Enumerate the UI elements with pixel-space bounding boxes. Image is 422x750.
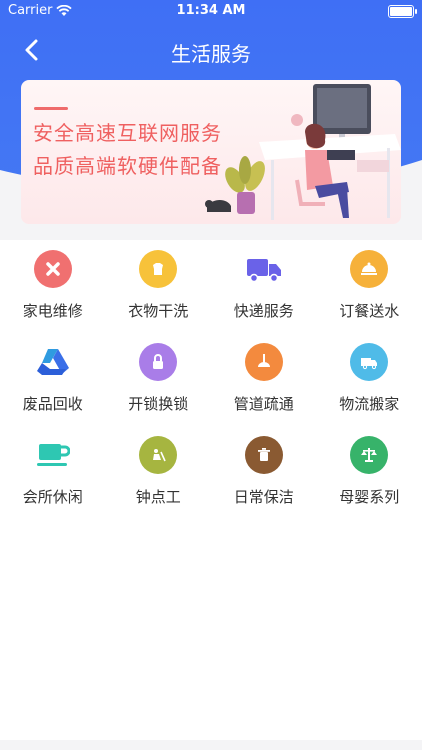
service-item-label: 日常保洁 (233, 488, 294, 506)
bottom-bar (0, 740, 422, 750)
service-grid: 家电维修 衣物干洗 快递服务 订餐送水废品回收 开锁换锁 管道疏通 物流搬家会所休闲 钟点工 日… (0, 250, 422, 512)
service-item[interactable]: 会所休闲 (0, 436, 106, 512)
banner-illustration (205, 84, 401, 220)
service-item[interactable]: 管道疏通 (211, 343, 317, 419)
service-item-label: 衣物干洗 (128, 302, 189, 320)
service-item-label: 开锁换锁 (128, 395, 189, 413)
service-item-label: 母婴系列 (339, 488, 400, 506)
delivery-truck-icon (245, 250, 283, 288)
plunger-icon (244, 343, 283, 381)
navigation-bar: 生活服务 (0, 28, 422, 72)
banner-accent-line (34, 107, 68, 110)
page-title: 生活服务 (171, 42, 251, 66)
service-item-label: 管道疏通 (233, 395, 294, 413)
service-item-label: 会所休闲 (22, 488, 83, 506)
shirt-icon (139, 250, 178, 288)
service-item[interactable]: 废品回收 (0, 343, 106, 419)
tools-icon (33, 250, 72, 288)
service-item[interactable]: 开锁换锁 (106, 343, 212, 419)
service-item[interactable]: 钟点工 (106, 436, 212, 512)
service-item[interactable]: 衣物干洗 (106, 250, 212, 326)
service-item-label: 物流搬家 (339, 395, 400, 413)
service-item-label: 家电维修 (22, 302, 83, 320)
service-item[interactable]: 物流搬家 (317, 343, 422, 419)
service-item[interactable]: 订餐送水 (317, 250, 422, 326)
lock-icon (139, 343, 178, 381)
coffee-cup-icon (34, 436, 72, 474)
battery-icon (388, 5, 417, 18)
service-item-label: 废品回收 (22, 395, 83, 413)
service-item-label: 快递服务 (233, 302, 294, 320)
promo-banner[interactable]: 安全高速互联网服务 品质高端软硬件配备 (21, 80, 401, 224)
service-item[interactable]: 母婴系列 (317, 436, 422, 512)
trash-icon (244, 436, 283, 474)
service-item-label: 订餐送水 (339, 302, 400, 320)
service-item[interactable]: 家电维修 (0, 250, 106, 326)
service-item-label: 钟点工 (135, 488, 181, 506)
recycle-triangle-icon (34, 343, 72, 381)
food-cloche-icon (350, 250, 389, 288)
cleaner-icon (139, 436, 178, 474)
service-item[interactable]: 日常保洁 (211, 436, 317, 512)
scale-icon (350, 436, 389, 474)
status-bar: Carrier 11:34 AM (0, 0, 422, 22)
moving-truck-icon (350, 343, 389, 381)
status-time: 11:34 AM (176, 3, 246, 18)
service-item[interactable]: 快递服务 (211, 250, 317, 326)
